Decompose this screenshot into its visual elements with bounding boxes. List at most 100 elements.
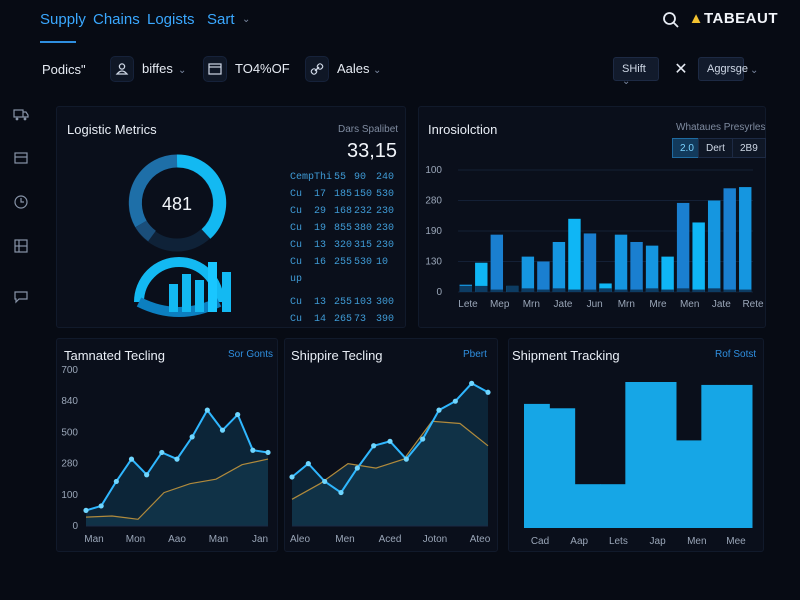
data-point [250,447,256,453]
data-point [204,407,210,413]
tab-supply[interactable]: Supply [40,11,86,28]
data-point [219,427,226,433]
chevron-down-icon[interactable]: ⌄ [242,14,250,25]
data-point [436,407,442,413]
bar-base [599,288,612,292]
table-row: Cu 17 185 150 530 [290,189,395,200]
bar [723,188,736,292]
data-point [485,389,491,395]
y-tick-label: 130 [425,257,442,268]
table-row: Cu 14 265 73 390 [290,314,395,325]
chevron-down-icon[interactable]: ⌄ [750,65,758,76]
panel-link[interactable]: Pbert [463,349,487,360]
bar [676,202,690,292]
bar [574,484,601,528]
shift-dropdown[interactable]: SHift ⌄ [613,57,659,87]
close-icon: ✕ [674,61,688,78]
chevron-down-icon[interactable]: ⌄ [373,65,381,76]
filter-biffes-label[interactable]: biffes [142,61,173,76]
data-point [265,449,271,456]
x-tick-label: Mrn [523,299,540,310]
link-button[interactable] [305,56,329,82]
bar-base [552,288,566,292]
x-tick-label: Man [209,534,228,545]
x-tick-label: Jap [650,536,667,547]
warehouse-icon[interactable] [13,238,29,254]
filter-percent-label[interactable]: TO4%OF [235,61,290,76]
segment-dert[interactable]: Dert [698,138,733,158]
shippire-area-chart: Aleo Men Aced Joton Ateo [289,380,491,545]
data-point [387,438,393,444]
tab-logists[interactable]: Logists [147,11,195,28]
x-tick-label: Ateo [470,534,491,545]
bar-base [475,285,488,292]
active-tab-indicator [40,41,76,43]
gauge-widget: 481 [128,154,231,317]
search-icon[interactable] [662,11,680,29]
user-icon [115,63,129,75]
panel-link[interactable]: Sor Gonts [228,349,273,360]
bar-base [707,288,721,292]
bar-base [661,289,674,292]
x-tick-label: Man [84,534,103,545]
bar [707,200,721,292]
x-tick-label: Rete [742,299,764,310]
bar [726,384,753,528]
calendar-button[interactable] [203,56,227,82]
close-button[interactable]: ✕ [668,56,694,82]
data-point [189,434,195,440]
x-tick-label: Mep [490,299,510,310]
bar [552,241,566,292]
tab-chains[interactable]: Chains [93,11,140,28]
aggregate-dropdown[interactable]: Aggrsge [698,57,748,81]
x-tick-label: Jate [712,299,731,310]
x-tick-label: Mon [126,534,145,545]
box-icon[interactable] [13,150,29,166]
bar [701,384,728,528]
chat-icon[interactable] [13,288,29,304]
truck-icon[interactable] [13,106,29,122]
bar [692,222,705,292]
bar-base [537,289,550,292]
bar [614,234,628,292]
table-row: CempThi 55 90 240 [290,172,395,183]
y-tick-label: 0 [72,521,78,532]
x-tick-label: Men [680,299,699,310]
table-row: Cu 16 255 530 10 [290,257,389,268]
data-point [113,478,119,485]
clock-icon[interactable] [13,194,29,210]
bar [568,218,581,292]
segment-2b9[interactable]: 2B9 [732,138,766,158]
x-tick-label: Joton [423,534,447,545]
bar-base [490,289,504,292]
chevron-down-icon[interactable]: ⌄ [178,65,186,76]
shipment-step-chart: Cad Aap Lets Jap Men Mee [524,382,753,547]
tab-sart[interactable]: Sart [207,11,235,28]
bar-base [676,288,690,292]
x-tick-label: Mrn [618,299,635,310]
table-row: up [290,274,303,285]
x-tick-label: Jate [554,299,573,310]
y-tick-label: 280 [425,196,442,207]
panel-link[interactable]: Rof Sotst [715,349,756,360]
data-point [469,380,475,386]
data-point [128,456,135,462]
table-row: Cu 13 320 315 230 [290,240,395,251]
x-tick-label: Lets [609,536,628,547]
panel-title: Shipment Tracking [512,348,620,363]
bar [524,403,550,528]
x-tick-label: Aleo [290,534,310,545]
y-tick-label: 280 [61,459,78,470]
bar-base [521,288,535,292]
bar [537,261,550,292]
inrosiolction-bar-chart: 100 280 190 130 0 Lete Mep Mrn Jate Jun Mrn Mre Men J… [425,165,764,310]
bar [661,256,674,292]
bar-base [614,289,628,292]
data-point [174,456,180,462]
data-point [159,449,165,456]
data-point [144,472,150,478]
link-icon [310,63,324,75]
user-filter-button[interactable] [110,56,134,82]
x-tick-label: Aced [379,534,402,545]
filter-aales-label[interactable]: Aales [337,61,370,76]
